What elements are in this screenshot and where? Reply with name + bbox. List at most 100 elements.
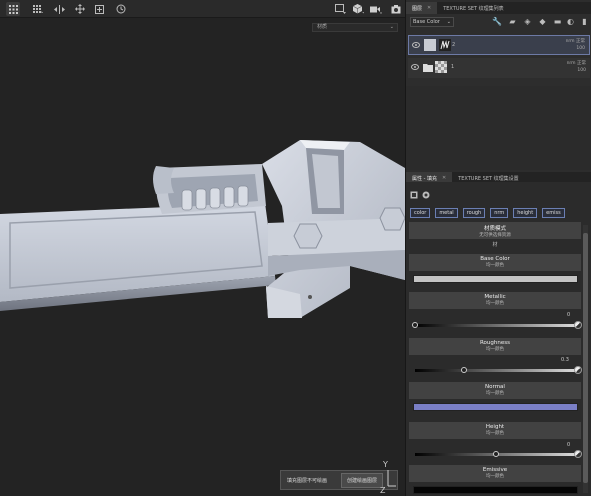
base-color-subtitle: 均一颜色 [486,263,504,268]
channel-chip[interactable]: metal [435,208,458,218]
roughness-slider-handle[interactable] [460,367,467,373]
camera-icon[interactable] [369,2,383,16]
height-value[interactable]: 0 [567,442,570,448]
roughness-section[interactable]: Roughness 均一颜色 [409,338,581,355]
brush-icon[interactable]: ▰ [508,17,517,26]
material-mode-section[interactable]: 材质模式 无可供选择资源 [409,222,581,239]
material-mode-title: 材质模式 [483,226,506,232]
top-toolbar [0,0,405,18]
wrench-model [0,140,405,318]
emissive-section[interactable]: Emissive 均一颜色 [409,465,581,482]
3d-viewport[interactable]: 材质 ⌄ 填充图层不可绘画 创建绘画图层 Y Z [0,18,405,496]
material-mode-icon[interactable] [422,191,430,199]
folder-icon[interactable]: ▬ [553,17,562,26]
layer-blend-mode[interactable]: nrm 正常 [566,38,585,45]
roughness-title: Roughness [479,340,510,346]
visibility-eye-icon[interactable] [412,42,420,48]
fill-icon[interactable]: ◈ [523,17,532,26]
tab-layers[interactable]: 图层 ✕ [406,2,438,14]
normal-subtitle: 均一颜色 [486,391,504,396]
layers-empty-area [406,86,591,170]
layer-row[interactable]: 2 nrm 正常 100 [408,35,590,55]
screenshot-icon[interactable] [389,2,403,16]
layer-row[interactable]: 1 nrm 正常 100 [408,58,590,78]
layer-opacity[interactable]: 100 [567,67,586,74]
normal-color-swatch[interactable] [413,403,578,411]
layer-blend-mode[interactable]: nrm 正常 [567,60,586,67]
emissive-subtitle: 均一颜色 [486,474,504,479]
channel-select[interactable]: Base Color ⌄ [410,17,454,27]
height-slider-handle[interactable] [493,451,499,457]
axis-gizmo [387,470,396,487]
texture-mode-icon[interactable] [410,191,418,199]
base-color-swatch[interactable] [413,275,578,283]
grid-dots-icon[interactable] [31,2,45,16]
emissive-title: Emissive [482,467,508,473]
roughness-texture-icon[interactable] [574,366,582,374]
metallic-title: Metallic [484,294,506,300]
layer-name: 2 [452,42,456,48]
channel-chip[interactable]: nrm [490,208,509,218]
trash-icon[interactable]: ▮ [580,17,589,26]
channel-chip[interactable]: color [410,208,431,218]
display-icon[interactable] [333,2,347,16]
layers-tabbar: 图层 ✕ TEXTURE SET 纹理集列表 [406,2,591,14]
normal-title: Normal [485,384,505,390]
grid-view-icon[interactable] [6,2,20,16]
history-icon[interactable] [114,2,128,16]
scrollbar-thumb[interactable] [583,233,588,483]
chevron-down-icon: ⌄ [446,19,451,25]
tab-layers-label: 图层 [412,5,423,12]
wrench-icon[interactable]: 🔧 [492,17,502,26]
chevron-down-icon: ⌄ [389,24,394,30]
height-title: Height [485,424,505,430]
height-texture-icon[interactable] [574,450,582,458]
cube-icon[interactable] [351,2,365,16]
roughness-subtitle: 均一颜色 [486,347,504,352]
mask-icon[interactable]: ◐ [566,17,575,26]
layer-opacity[interactable]: 100 [566,45,585,52]
close-icon[interactable]: ✕ [442,175,446,181]
tab-texture-set-list[interactable]: TEXTURE SET 纹理集列表 [437,2,509,14]
channel-chips: color metal rough nrm height emiss [410,208,565,218]
tab-texture-set-list-label: TEXTURE SET 纹理集列表 [443,5,504,12]
visibility-eye-icon[interactable] [411,64,419,70]
layer-fill-thumbnail [424,39,436,51]
base-color-section[interactable]: Base Color 均一颜色 [409,254,581,271]
bucket-icon[interactable]: ◆ [538,17,547,26]
layer-name: 1 [451,64,455,70]
metallic-section[interactable]: Metallic 均一颜色 [409,292,581,309]
layer-checker-thumbnail [435,61,447,73]
normal-section[interactable]: Normal 均一颜色 [409,382,581,399]
material-mode-dropdown[interactable]: 材质 ⌄ [312,23,398,32]
paint-warning-message: 填充图层不可绘画 [287,477,328,484]
roughness-value[interactable]: 0.3 [561,357,569,363]
roughness-slider[interactable] [415,369,577,372]
tab-properties-fill-label: 属性 - 填充 [412,175,437,182]
height-subtitle: 均一颜色 [486,431,504,436]
transform-icon[interactable] [73,2,87,16]
metallic-slider-handle[interactable] [412,322,418,328]
close-icon[interactable]: ✕ [427,5,431,11]
tab-texture-set-settings-label: TEXTURE SET 纹理集设置 [458,175,519,182]
material-mode-subtitle: 无可供选择资源 [479,233,511,238]
base-color-title: Base Color [480,256,510,262]
layer-blend-info: nrm 正常 100 [567,60,586,74]
channel-chip[interactable]: emiss [542,208,565,218]
properties-panel: color metal rough nrm height emiss 材质模式 … [406,182,591,496]
symmetry-icon[interactable] [52,2,66,16]
create-paint-layer-button[interactable]: 创建绘画图层 [341,472,384,488]
axis-z-label: Z [380,486,386,495]
emissive-color-swatch[interactable] [413,486,578,494]
layer-blend-info: nrm 正常 100 [566,38,585,52]
layer-mask-thumbnail [439,39,451,51]
channel-chip[interactable]: height [513,208,538,218]
height-section[interactable]: Height 均一颜色 [409,422,581,439]
metallic-texture-icon[interactable] [574,321,582,329]
properties-scrollbar[interactable] [583,225,588,493]
material-mode-label: 材质 [317,24,328,30]
add-layer-icon[interactable] [92,2,106,16]
metallic-slider[interactable] [415,324,577,327]
channel-chip[interactable]: rough [462,208,486,218]
metallic-value[interactable]: 0 [567,312,570,318]
